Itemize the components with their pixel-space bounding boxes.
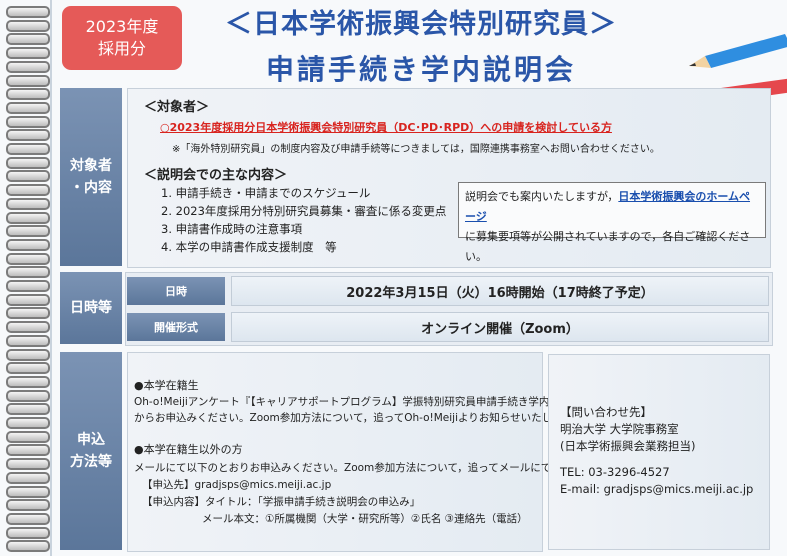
overseas-note: ※「海外特別研究員」の制度内容及び申請手続等につきましては，国際連携事務室へお問… (172, 144, 660, 155)
spiral-ring (6, 334, 50, 347)
spiral-ring (6, 197, 50, 210)
contact-dept: (日本学術振興会業務担当) (560, 439, 696, 453)
enrolled-heading: ●本学在籍生 (134, 379, 199, 392)
spiral-ring (6, 74, 50, 87)
list-item: 2. 2023年度採用分特別研究員募集・審査に係る変更点 (161, 204, 447, 218)
spiral-ring (6, 389, 50, 402)
spiral-ring (6, 499, 50, 512)
target-label-line1: 対象者 (70, 158, 112, 174)
contact-heading: 【問い合わせ先】 (560, 405, 652, 419)
year-badge-line2: 採用分 (97, 39, 146, 58)
spiral-ring (6, 88, 50, 101)
spiral-ring (6, 33, 50, 46)
spiral-ring (6, 444, 50, 457)
spiral-ring (6, 471, 50, 484)
spiral-ring (6, 129, 50, 142)
target-section-label: 対象者 ・内容 (60, 88, 122, 266)
spiral-ring (6, 225, 50, 238)
spiral-ring (6, 170, 50, 183)
spiral-ring (6, 143, 50, 155)
spiral-ring (6, 115, 50, 128)
homepage-info-box: 説明会でも案内いたしますが，日本学術振興会のホームページ に募集要項等が公開され… (458, 182, 766, 263)
spiral-ring (6, 485, 50, 498)
year-badge-line1: 2023年度 (85, 17, 159, 36)
date-value: 2022年3月15日（火）16時開始（17時終了予定） (231, 276, 769, 306)
apply-label-line1: 申込 (77, 432, 105, 448)
apply-label-line2: 方法等 (70, 454, 112, 470)
spiral-ring (6, 540, 50, 553)
spiral-ring (6, 211, 50, 224)
page-title: ＜日本学術振興会特別研究員＞ (225, 9, 617, 40)
content-list: 1. 申請手続き・申請までのスケジュール 2. 2023年度採用分特別研究員募集… (161, 184, 446, 256)
apply-address: 【申込先】gradjsps@mics.meiji.ac.jp (142, 479, 332, 491)
spiral-ring (6, 321, 50, 334)
spiral-ring (6, 375, 50, 388)
target-heading: ＜対象者＞ (144, 100, 210, 115)
apply-title: 【申込内容】タイトル：「学振申請手続き説明会の申込み」 (142, 496, 421, 508)
page-subtitle: 申請手続き学内説明会 (265, 53, 576, 86)
spiral-ring (6, 6, 50, 18)
list-item: 4. 本学の申請書作成支援制度 等 (161, 240, 337, 254)
content-heading: ＜説明会での主な内容＞ (144, 168, 288, 183)
contact-tel: TEL: 03-3296-4527 (560, 465, 670, 479)
spiral-ring (6, 184, 50, 197)
spiral-ring (6, 430, 50, 443)
format-label: 開催形式 (127, 313, 225, 341)
spiral-ring (6, 293, 50, 306)
date-label: 日時 (127, 277, 225, 305)
spiral-ring (6, 101, 50, 114)
target-description: ○2023年度採用分日本学術振興会特別研究員（DC･PD･RPD）への申請を検討… (160, 121, 612, 134)
apply-section-label: 申込 方法等 (60, 352, 122, 550)
spiral-binding (0, 0, 56, 556)
datetime-section-label: 日時等 (60, 272, 122, 344)
year-badge: 2023年度 採用分 (62, 6, 182, 70)
list-item: 1. 申請手続き・申請までのスケジュール (161, 186, 371, 200)
contact-org: 明治大学 大学院事務室 (560, 422, 679, 436)
format-value: オンライン開催（Zoom） (231, 312, 769, 342)
info-text-pre: 説明会でも案内いたしますが， (465, 190, 619, 203)
spiral-ring (6, 307, 50, 320)
contact-email[interactable]: E-mail: gradjsps@mics.meiji.ac.jp (560, 481, 753, 498)
spiral-ring (6, 512, 50, 525)
spiral-ring (6, 252, 50, 265)
spiral-ring (6, 280, 50, 292)
other-heading: ●本学在籍生以外の方 (134, 443, 243, 456)
target-label-line2: ・内容 (70, 180, 112, 196)
spiral-ring (6, 238, 50, 251)
blue-pencil-icon (689, 34, 787, 68)
page-margin-line (50, 0, 52, 556)
spiral-ring (6, 60, 50, 73)
spiral-ring (6, 458, 50, 471)
enrolled-line2: からお申込みください。Zoom参加方法について，追ってOh-o!Meijiよりお… (134, 412, 583, 424)
spiral-ring (6, 526, 50, 539)
spiral-ring (6, 403, 50, 416)
spiral-ring (6, 348, 50, 361)
list-item: 3. 申請書作成時の注意事項 (161, 222, 303, 236)
spiral-ring (6, 47, 50, 60)
spiral-ring (6, 417, 50, 429)
spiral-ring (6, 156, 50, 169)
spiral-ring (6, 362, 50, 375)
spiral-ring (6, 19, 50, 32)
enrolled-line1: Oh-o!Meijiアンケート『【キャリアサポートプログラム】学振特別研究員申請… (134, 396, 592, 408)
spiral-ring (6, 266, 50, 279)
apply-body: メール本文：①所属機関（大学・研究所等）②氏名 ③連絡先（電話） (202, 513, 528, 525)
